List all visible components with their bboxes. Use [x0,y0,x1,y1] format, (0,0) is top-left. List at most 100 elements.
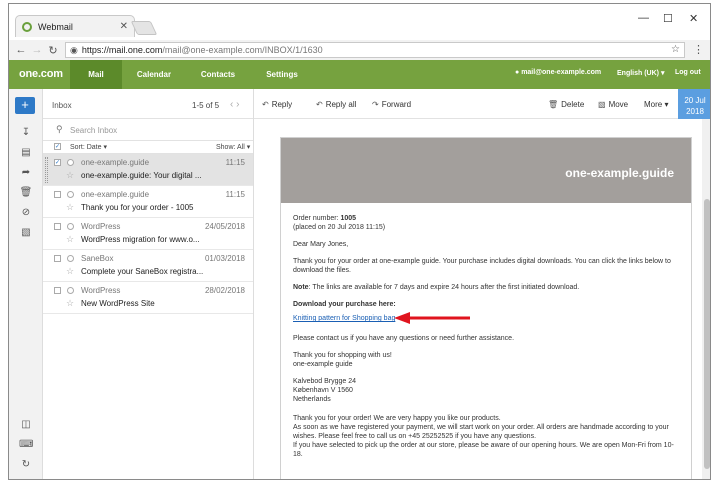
list-item[interactable]: ☆ SaneBox 01/03/2018 Complete your SaneB… [43,250,253,282]
row-checkbox[interactable] [54,191,61,198]
row-checkbox[interactable] [54,223,61,230]
minimize-icon[interactable]: — [638,12,649,24]
email-content: one-example.guide Order number: 1005 (pla… [280,137,692,479]
more-button[interactable]: More ▾ [644,100,668,109]
forward-nav-icon[interactable]: → [29,44,45,56]
trash-icon[interactable]: 🗑 [19,187,33,198]
message-date: 11:15 [225,190,245,199]
filter-dropdown[interactable]: Show: All ▾ [216,143,250,151]
download-heading: Download your purchase here: [293,300,679,309]
back-icon[interactable]: ← [13,44,29,56]
row-checkbox[interactable] [54,255,61,262]
message-subject: WordPress migration for www.o... [81,235,200,244]
drafts-icon[interactable]: ▤ [19,147,33,158]
forward-icon: ↷ [372,100,379,109]
user-account[interactable]: ● mail@one-example.com [515,69,601,76]
reply-all-label: Reply all [325,100,357,109]
drag-handle[interactable] [45,157,48,183]
browser-toolbar: ← → ↻ ◉ https://mail.one.com/mail@one-ex… [9,40,710,60]
sent-icon[interactable]: ➦ [19,167,33,178]
order-placed: (placed on 20 Jul 2018 11:15) [293,224,386,231]
unread-toggle-icon[interactable] [67,159,74,166]
nav-contacts[interactable]: Contacts [189,60,247,89]
star-icon[interactable]: ☆ [66,266,74,277]
search-bar[interactable]: ⚲ Search Inbox [43,119,253,141]
download-heading-text: Download your purchase here: [293,301,396,308]
unread-toggle-icon[interactable] [67,191,74,198]
reply-all-button[interactable]: ↶ Reply all [316,100,356,109]
message-sender: one-example.guide [81,190,150,199]
message-sender: WordPress [81,286,121,295]
spam-icon[interactable]: ⊘ [19,207,33,218]
url-domain: https://mail.one.com [81,45,163,55]
nav-calendar[interactable]: Calendar [125,60,183,89]
select-all-checkbox[interactable]: ✓ [54,143,61,150]
unread-toggle-icon[interactable] [67,255,74,262]
address-line2: København V 1560 [293,387,353,394]
pagination-arrows[interactable]: ‹ › [230,99,239,110]
folders-icon[interactable]: ▧ [19,227,33,238]
logout-link[interactable]: Log out [675,69,701,76]
browser-menu-icon[interactable]: ⋮ [693,43,704,56]
message-date-badge: 20 Jul 2018 [678,89,710,119]
address-line1: Kalvebod Brygge 24 [293,378,357,385]
webmail-favicon-icon [22,21,32,32]
message-list-pane: Inbox 1-5 of 5 ‹ › ⚲ Search Inbox ✓ Sort… [43,89,254,479]
forward-button[interactable]: ↷ Forward [372,100,411,109]
note-text: : The links are available for 7 days and… [308,284,580,291]
one-com-logo[interactable]: one.com [19,68,63,80]
move-button[interactable]: ▧ Move [598,100,628,109]
reply-button[interactable]: ↶ Reply [262,100,292,109]
delete-button[interactable]: 🗑 Delete [548,100,584,109]
inbox-icon[interactable]: ↧ [19,127,33,138]
keyboard-icon[interactable]: ⌨ [19,439,33,450]
greeting: Dear Mary Jones, [293,241,349,248]
reload-icon[interactable]: ↻ [45,44,61,57]
message-subject: Complete your SaneBox registra... [81,267,204,276]
closing-line1: Thank you for your order! We are very ha… [293,415,501,422]
reply-all-icon: ↶ [316,100,323,109]
order-number: 1005 [340,215,357,222]
star-icon[interactable]: ☆ [66,298,74,309]
star-icon[interactable]: ☆ [66,234,74,245]
signature: Thank you for shopping with us! one-examp… [293,351,679,369]
search-placeholder: Search Inbox [70,126,118,135]
star-icon[interactable]: ☆ [66,170,74,181]
panel-toggle-icon[interactable]: ◫ [19,419,33,430]
maximize-icon[interactable]: ☐ [663,12,673,25]
language-select[interactable]: English (UK) ▾ [617,69,664,77]
message-date: 11:15 [225,158,245,167]
compose-button[interactable]: + [15,97,35,114]
list-item[interactable]: ☆ WordPress 28/02/2018 New WordPress Sit… [43,282,253,314]
tab-close-icon[interactable]: ✕ [120,21,128,32]
browser-tab[interactable]: Webmail ✕ [15,15,135,37]
folder-icon: ▧ [598,100,606,109]
sort-dropdown[interactable]: Sort: Date ▾ [70,143,107,151]
list-item[interactable]: ☆ one-example.guide 11:15 Thank you for … [43,186,253,218]
order-info: Order number: 1005 (placed on 20 Jul 2018… [293,214,679,232]
refresh-icon[interactable]: ↻ [19,459,33,470]
window-close-icon[interactable]: ✕ [689,12,698,25]
forward-label: Forward [381,100,412,109]
list-item[interactable]: ☆ WordPress 24/05/2018 WordPress migrati… [43,218,253,250]
delete-label: Delete [561,100,585,109]
trash-icon: 🗑 [548,100,559,109]
list-header: Inbox 1-5 of 5 ‹ › [43,89,253,119]
scrollbar-thumb[interactable] [704,199,710,469]
reading-scrollbar[interactable] [702,119,710,479]
bookmark-star-icon[interactable]: ☆ [671,44,680,55]
list-item[interactable]: ✓ ☆ one-example.guide 11:15 one-example.… [43,154,253,186]
unread-toggle-icon[interactable] [67,287,74,294]
email-banner: one-example.guide [281,138,691,203]
message-count: 1-5 of 5 [192,101,220,110]
nav-settings[interactable]: Settings [253,60,311,89]
nav-mail[interactable]: Mail [70,60,122,89]
star-icon[interactable]: ☆ [66,202,74,213]
address-bar[interactable]: ◉ https://mail.one.com/mail@one-example.… [65,42,685,58]
reply-icon: ↶ [262,100,269,109]
download-link[interactable]: Knitting pattern for Shopping bag [293,315,395,322]
unread-toggle-icon[interactable] [67,223,74,230]
row-checkbox[interactable]: ✓ [54,159,61,166]
message-subject: Thank you for your order - 1005 [81,203,194,212]
row-checkbox[interactable] [54,287,61,294]
